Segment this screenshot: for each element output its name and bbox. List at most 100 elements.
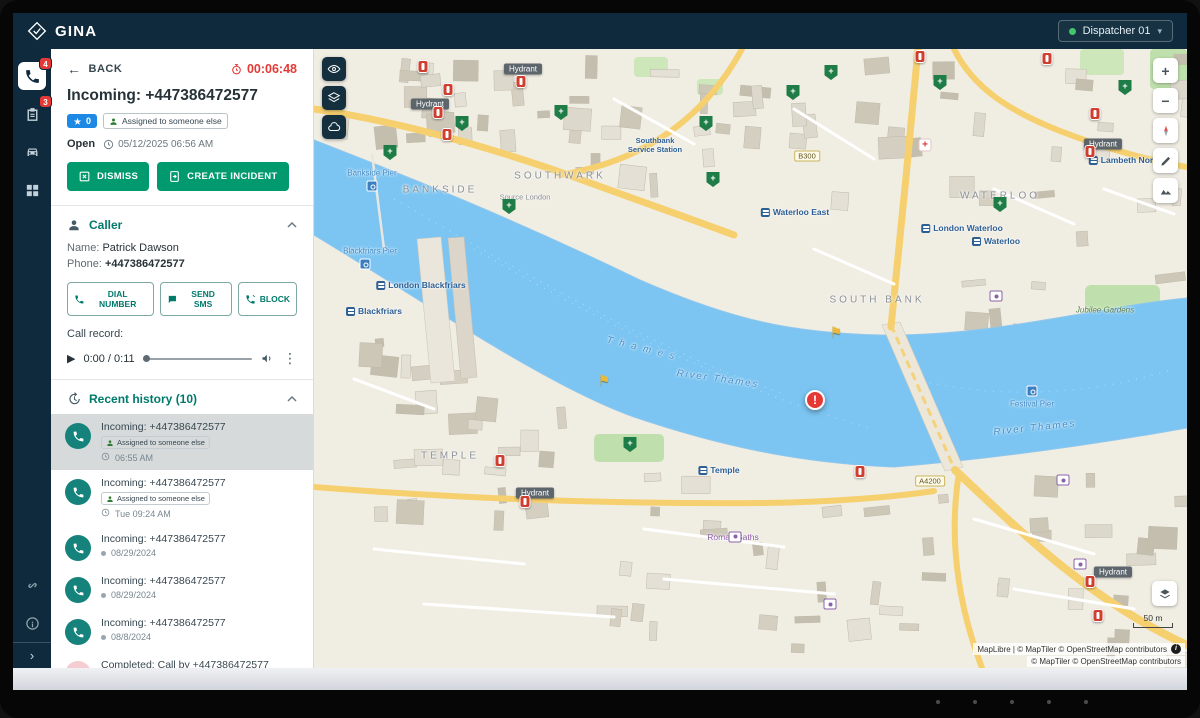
compass-icon: [1159, 124, 1173, 138]
incoming-call-icon: [65, 479, 91, 505]
car-icon: [24, 144, 41, 161]
progress-knob[interactable]: [143, 355, 150, 362]
history-list: Incoming: +447386472577Assigned to someo…: [51, 414, 313, 668]
clipboard-icon: [24, 106, 41, 123]
defibrillator-marker[interactable]: +: [707, 172, 720, 187]
clock-icon: [101, 508, 110, 519]
history-item[interactable]: Completed: Call by +447386472577Dismisse…: [51, 652, 313, 668]
pier-marker[interactable]: [366, 181, 377, 192]
hydrant-marker[interactable]: [442, 128, 453, 141]
pier-marker[interactable]: [360, 259, 371, 270]
history-item[interactable]: Incoming: +44738647257708/8/2024: [51, 610, 313, 652]
caller-name: Patrick Dawson: [102, 242, 178, 254]
hydrant-marker[interactable]: [1090, 107, 1101, 120]
map-tools-right: + −: [1153, 58, 1178, 203]
defibrillator-marker[interactable]: +: [994, 197, 1007, 212]
camera-marker[interactable]: [1057, 475, 1070, 486]
hydrant-marker[interactable]: [443, 83, 454, 96]
stopwatch-icon: [230, 63, 243, 76]
history-section-header[interactable]: Recent history (10): [51, 390, 313, 414]
star-icon: [73, 117, 82, 126]
volume-icon[interactable]: [260, 351, 275, 366]
block-button[interactable]: BLOCK: [238, 282, 297, 316]
compass-button[interactable]: [1153, 118, 1178, 143]
defibrillator-marker[interactable]: +: [1119, 80, 1132, 95]
map-markers: + + + + + + + + + + + +! ⚑ ⚑ +: [314, 49, 1187, 668]
zoom-out-button[interactable]: −: [1153, 88, 1178, 113]
hydrant-marker[interactable]: [520, 495, 531, 508]
defibrillator-marker[interactable]: +: [503, 199, 516, 214]
incident-alert-marker[interactable]: !: [805, 390, 825, 410]
defibrillator-marker[interactable]: +: [934, 75, 947, 90]
defibrillator-marker[interactable]: +: [555, 105, 568, 120]
defibrillator-marker[interactable]: +: [700, 116, 713, 131]
hydrant-marker[interactable]: [1085, 145, 1096, 158]
chevron-up-icon[interactable]: [287, 222, 297, 228]
defibrillator-marker[interactable]: +: [787, 85, 800, 100]
hydrant-marker[interactable]: [516, 75, 527, 88]
hydrant-marker[interactable]: [855, 465, 866, 478]
defibrillator-marker[interactable]: +: [624, 437, 637, 452]
create-incident-button[interactable]: CREATE INCIDENT: [157, 162, 288, 191]
measure-button[interactable]: [1153, 148, 1178, 173]
dot-icon: [101, 635, 106, 640]
rail-dashboard[interactable]: [18, 176, 46, 204]
visibility-tool-button[interactable]: [322, 57, 346, 81]
basemap-layers-button[interactable]: [1152, 581, 1177, 606]
dispatcher-select[interactable]: Dispatcher 01 ▾: [1058, 20, 1173, 42]
play-button[interactable]: ▶: [67, 352, 75, 365]
audio-menu-icon[interactable]: ⋮: [283, 350, 297, 367]
camera-marker[interactable]: [824, 599, 837, 610]
history-item[interactable]: Incoming: +44738647257708/29/2024: [51, 526, 313, 568]
incidents-badge: 3: [39, 95, 52, 108]
terrain-button[interactable]: [1153, 178, 1178, 203]
phone-icon: [24, 68, 41, 85]
hydrant-marker[interactable]: [418, 60, 429, 73]
camera-marker[interactable]: [729, 531, 742, 542]
hydrant-marker[interactable]: [915, 50, 926, 63]
zoom-in-button[interactable]: +: [1153, 58, 1178, 83]
rail-vehicles[interactable]: [18, 138, 46, 166]
rail-links[interactable]: [18, 571, 46, 599]
camera-marker[interactable]: [990, 291, 1003, 302]
history-item[interactable]: Incoming: +447386472577Assigned to someo…: [51, 414, 313, 470]
person-icon: [67, 218, 81, 232]
mountains-icon: [1159, 184, 1173, 198]
dial-number-button[interactable]: DIAL NUMBER: [67, 282, 154, 316]
rail-calls[interactable]: 4: [18, 62, 46, 90]
flag-marker[interactable]: ⚑: [830, 325, 843, 339]
caller-section-header[interactable]: Caller: [51, 216, 313, 240]
hydrant-marker[interactable]: [1093, 609, 1104, 622]
history-item[interactable]: Incoming: +44738647257708/29/2024: [51, 568, 313, 610]
attribution-info-icon[interactable]: i: [1171, 644, 1181, 654]
back-button[interactable]: ← BACK: [67, 61, 122, 77]
rail-incidents[interactable]: 3: [18, 100, 46, 128]
hydrant-marker[interactable]: [1085, 575, 1096, 588]
hydrant-marker[interactable]: [1042, 52, 1053, 65]
link-icon: [25, 578, 40, 593]
send-sms-button[interactable]: SEND SMS: [160, 282, 232, 316]
weather-tool-button[interactable]: [322, 115, 346, 139]
camera-marker[interactable]: [1074, 559, 1087, 570]
rail-expand-button[interactable]: ›: [13, 642, 51, 668]
hospital-marker[interactable]: +: [920, 140, 931, 151]
defibrillator-marker[interactable]: +: [384, 145, 397, 160]
map-canvas[interactable]: SOUTHWARKBANKSIDEWATERLOOSOUTH BANKTEMPL…: [314, 49, 1187, 668]
history-item-title: Incoming: +447386472577: [101, 575, 299, 587]
flag-marker[interactable]: ⚑: [598, 373, 611, 387]
rail-info[interactable]: [18, 609, 46, 637]
chevron-up-icon[interactable]: [287, 396, 297, 402]
dismiss-button[interactable]: DISMISS: [67, 162, 149, 191]
audio-progress-bar[interactable]: [143, 358, 252, 360]
history-section-title: Recent history (10): [89, 392, 279, 406]
defibrillator-marker[interactable]: +: [456, 116, 469, 131]
history-item-meta: 08/8/2024: [101, 632, 299, 642]
history-item[interactable]: Incoming: +447386472577Assigned to someo…: [51, 470, 313, 526]
hydrant-marker[interactable]: [495, 454, 506, 467]
layers-icon: [1158, 587, 1172, 601]
layers-tool-button[interactable]: [322, 86, 346, 110]
hydrant-marker[interactable]: [433, 106, 444, 119]
defibrillator-marker[interactable]: +: [825, 65, 838, 80]
person-icon: [109, 117, 118, 126]
pier-marker[interactable]: [1027, 386, 1038, 397]
